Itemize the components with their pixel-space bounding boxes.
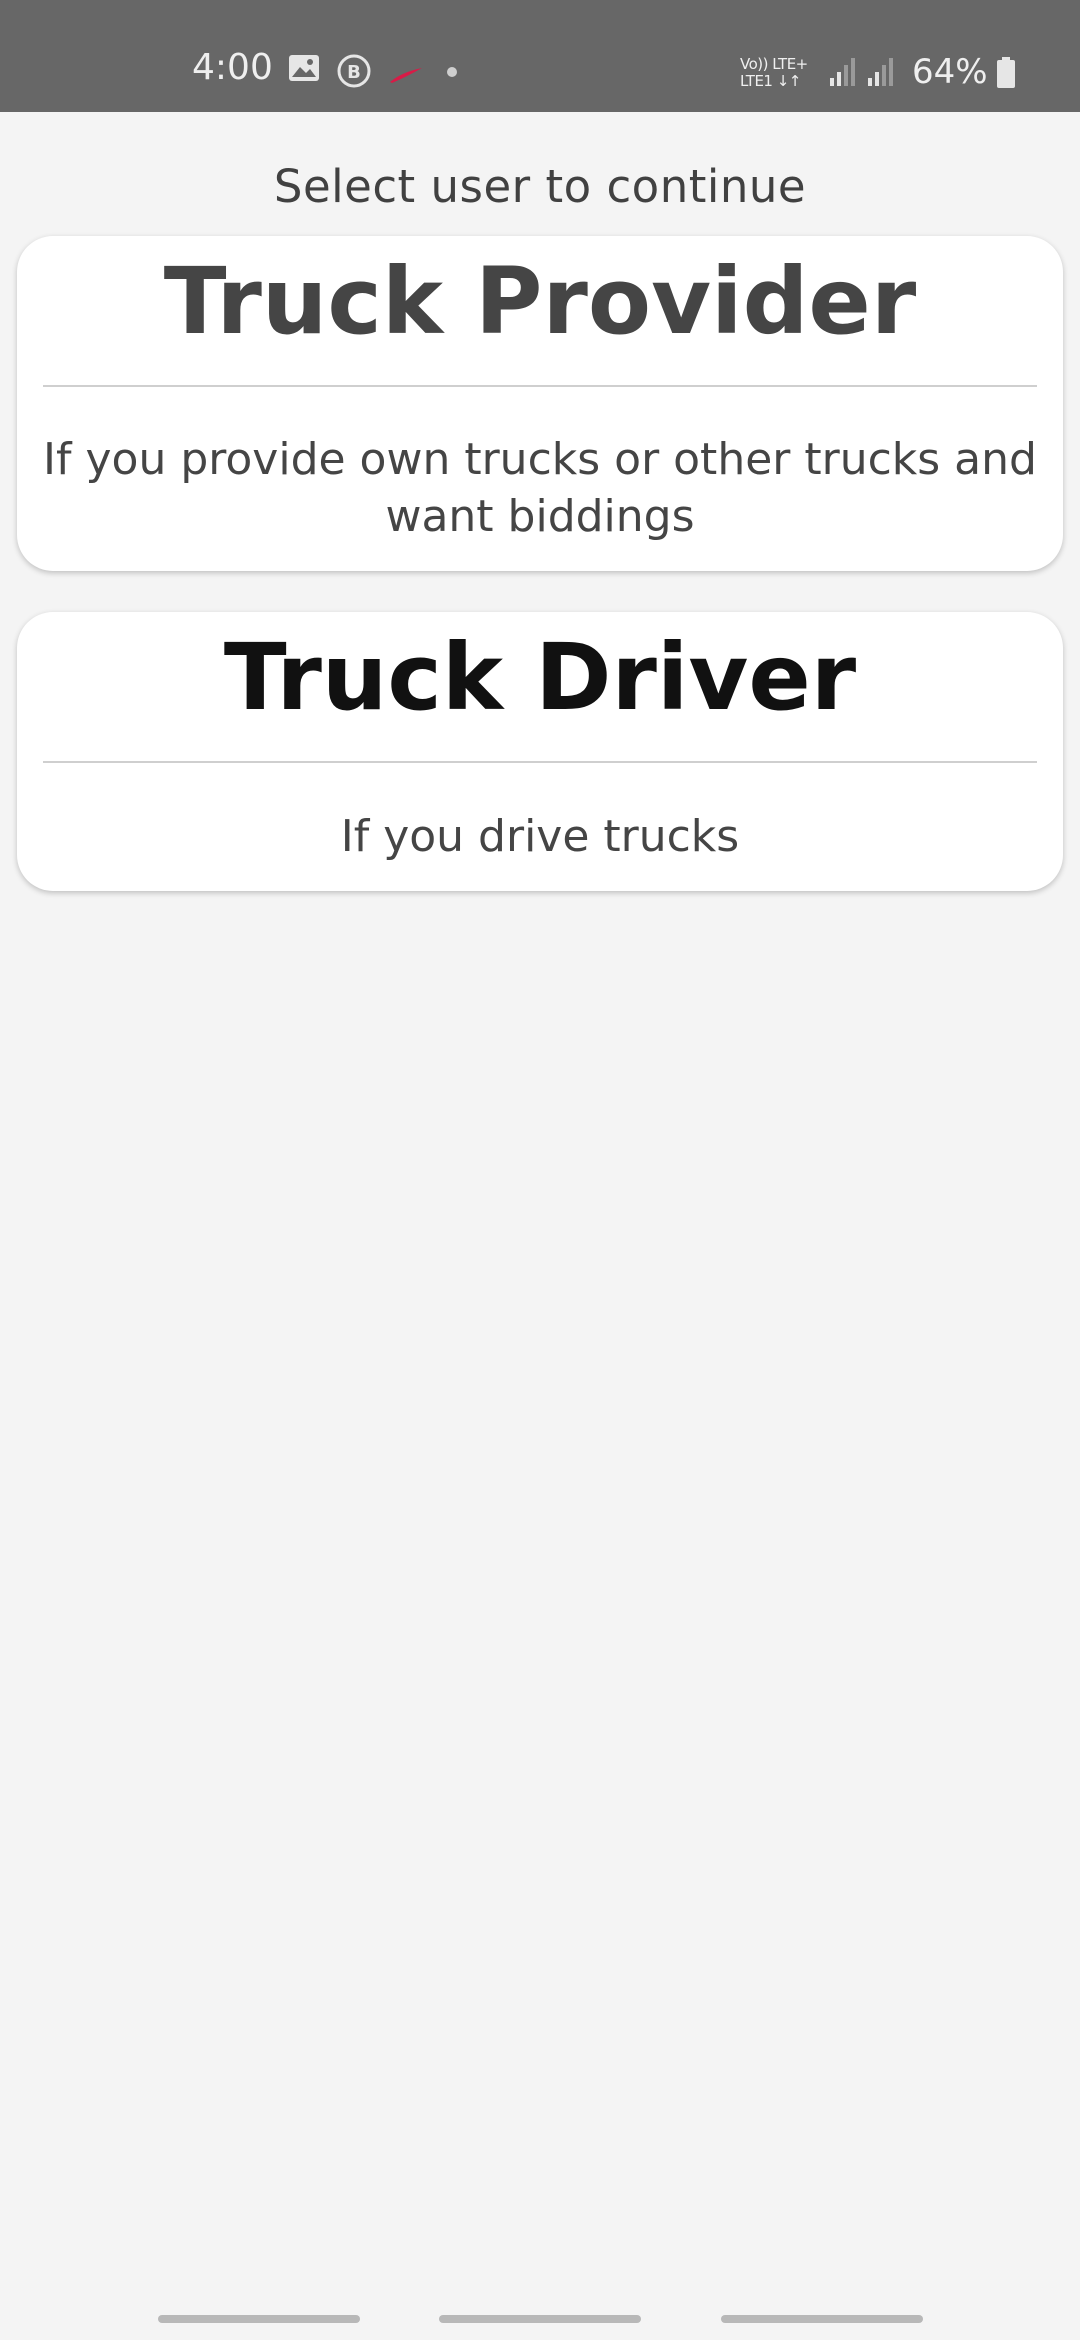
app-swoosh-icon <box>390 68 422 83</box>
truck-provider-title: Truck Provider <box>163 248 917 355</box>
network-type: Vo)) LTE+ LTE1 ↓↑ <box>740 56 808 90</box>
status-bar: 4:00 B Vo)) LTE+ LTE1 ↓↑ 64% <box>0 0 1080 112</box>
b-circle-icon: B <box>337 54 371 88</box>
svg-text:B: B <box>347 62 361 83</box>
card-divider <box>43 761 1037 763</box>
truck-provider-card[interactable]: Truck Provider If you provide own trucks… <box>17 236 1063 571</box>
nav-gesture-center[interactable] <box>439 2315 641 2323</box>
signal-icon <box>830 58 855 86</box>
network-label-top: Vo)) LTE+ <box>740 55 808 73</box>
dot-icon <box>447 67 457 77</box>
nav-gesture-left[interactable] <box>158 2315 360 2323</box>
battery-percent: 64% <box>912 52 988 92</box>
status-time: 4:00 <box>192 47 273 88</box>
page-heading: Select user to continue <box>273 160 807 213</box>
truck-driver-title: Truck Driver <box>223 624 857 731</box>
truck-provider-description: If you provide own trucks or other truck… <box>43 434 1037 542</box>
battery-icon <box>997 57 1015 88</box>
network-label-bottom: LTE1 ↓↑ <box>740 72 801 90</box>
signal-icon <box>868 58 893 86</box>
nav-gesture-right[interactable] <box>721 2315 923 2323</box>
gallery-icon <box>289 55 319 81</box>
truck-driver-description: If you drive trucks <box>340 811 740 862</box>
card-divider <box>43 385 1037 387</box>
truck-driver-card[interactable]: Truck Driver If you drive trucks <box>17 612 1063 891</box>
